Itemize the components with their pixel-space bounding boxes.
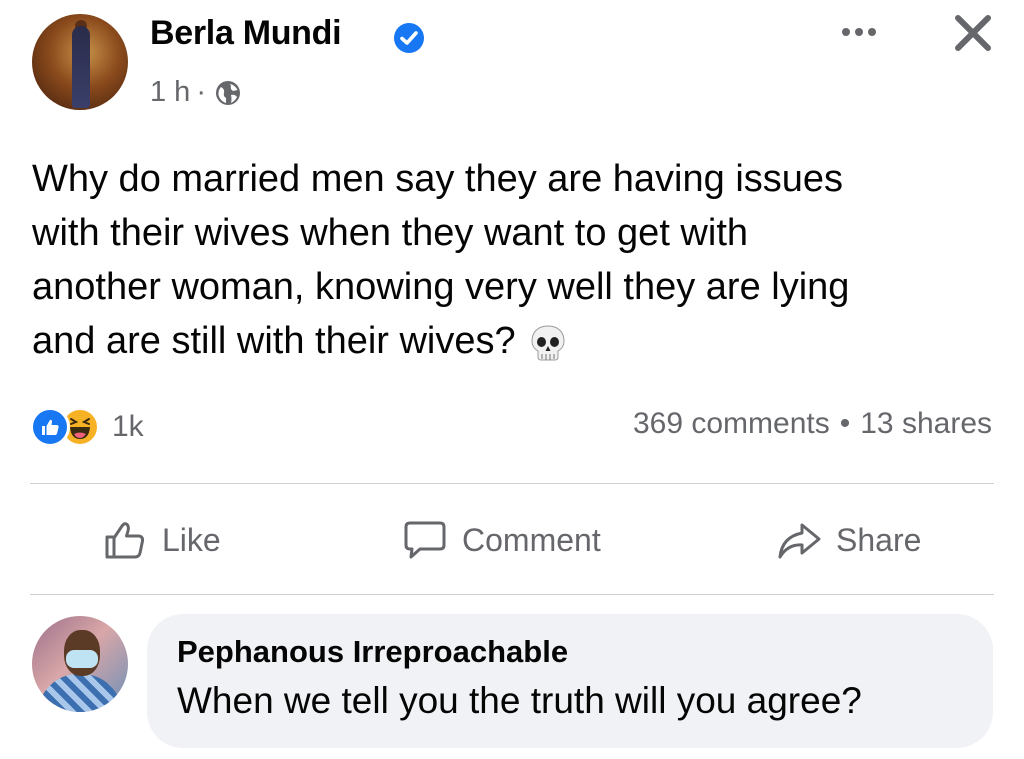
post-meta: 1 h · bbox=[150, 76, 242, 109]
verified-badge-icon bbox=[394, 23, 424, 53]
divider bbox=[30, 594, 994, 595]
comment-label: Comment bbox=[462, 521, 601, 558]
divider bbox=[30, 483, 994, 484]
author-avatar[interactable] bbox=[32, 14, 128, 110]
post-text-line: with their wives when they want to get w… bbox=[32, 212, 749, 254]
post-stats: 369 comments • 13 shares bbox=[633, 407, 992, 441]
shares-count[interactable]: 13 shares bbox=[860, 407, 992, 441]
post-timestamp[interactable]: 1 h bbox=[150, 76, 190, 109]
post-text-line: and are still with their wives? bbox=[32, 314, 992, 368]
author-name[interactable]: Berla Mundi bbox=[150, 14, 342, 53]
more-options-icon[interactable] bbox=[836, 18, 882, 46]
commenter-avatar[interactable] bbox=[32, 616, 128, 712]
post-text: Why do married men say they are having i… bbox=[32, 152, 992, 368]
like-reaction-icon bbox=[30, 407, 70, 447]
meta-separator: · bbox=[196, 76, 206, 108]
thumbs-up-icon bbox=[105, 522, 145, 559]
stats-separator: • bbox=[839, 407, 851, 440]
comment-bubble: Pephanous Irreproachable When we tell yo… bbox=[147, 614, 993, 748]
like-button[interactable]: Like bbox=[102, 515, 221, 565]
post-text-line: Why do married men say they are having i… bbox=[32, 158, 844, 200]
commenter-name[interactable]: Pephanous Irreproachable bbox=[177, 634, 965, 670]
share-icon bbox=[778, 523, 821, 559]
reactions-summary[interactable]: 1k bbox=[30, 405, 144, 449]
like-label: Like bbox=[162, 521, 221, 558]
comments-count[interactable]: 369 comments bbox=[633, 407, 830, 441]
reaction-count: 1k bbox=[112, 410, 144, 443]
comment-text: When we tell you the truth will you agre… bbox=[177, 680, 862, 721]
post-text-last: and are still with their wives? bbox=[32, 320, 516, 362]
close-icon[interactable] bbox=[950, 10, 996, 56]
post-text-line: another woman, knowing very well they ar… bbox=[32, 266, 850, 308]
skull-emoji bbox=[531, 325, 565, 361]
comment-button[interactable]: Comment bbox=[402, 515, 601, 565]
comment-icon bbox=[404, 521, 446, 559]
share-button[interactable]: Share bbox=[776, 515, 921, 565]
share-label: Share bbox=[836, 521, 922, 558]
globe-icon bbox=[216, 80, 240, 105]
